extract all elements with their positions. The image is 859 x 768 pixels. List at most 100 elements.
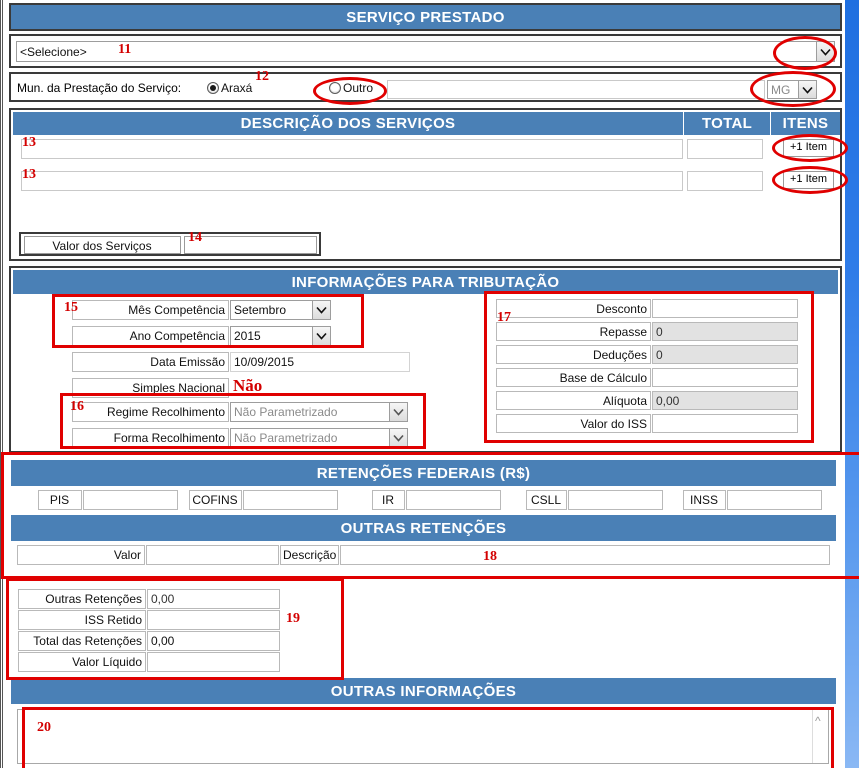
tributacao-panel: INFORMAÇÕES PARA TRIBUTAÇÃO Mês Competên… [9,266,842,453]
valor-liquido-input[interactable] [147,652,280,672]
valor-servicos-input[interactable] [184,236,317,254]
tributacao-header: INFORMAÇÕES PARA TRIBUTAÇÃO [13,270,838,294]
descricao-input-2[interactable] [21,171,683,191]
servico-select-row: <Selecione> [9,34,842,68]
servico-select-value: <Selecione> [20,44,87,59]
scroll-up-icon[interactable]: ^ [815,714,821,728]
radio-outro[interactable]: Outro [329,81,373,95]
aliquota-label: Alíquota [496,391,651,410]
simples-nacional-value: Não [233,376,263,395]
total-retencoes-value: 0,00 [147,631,280,651]
mes-competencia-select[interactable]: Setembro [230,300,331,320]
outras-retencoes-descricao-label: Descrição [280,545,339,565]
add-item-button-2[interactable]: +1 Item [783,171,834,189]
municipio-row: Mun. da Prestação do Serviço: Araxá Outr… [9,72,842,102]
regime-recolhimento-value: Não Parametrizado [234,405,338,419]
total-input-1[interactable] [687,139,763,159]
ano-competencia-value: 2015 [234,329,261,343]
regime-recolhimento-label: Regime Recolhimento [72,402,229,422]
mes-competencia-label: Mês Competência [72,300,229,320]
forma-recolhimento-value: Não Parametrizado [234,431,338,445]
itens-column-header: ITENS [771,112,840,135]
ir-label: IR [372,490,405,510]
data-emissao-value: 10/09/2015 [230,352,410,372]
total-column-header: TOTAL [684,112,770,135]
chevron-down-icon[interactable] [312,327,330,345]
outras-retencoes-valor-label: Valor [17,545,145,565]
valor-servicos-group: Valor dos Serviços [19,232,321,256]
iss-retido-label: ISS Retido [18,610,146,630]
form-frame: SERVIÇO PRESTADO <Selecione> Mun. da Pre… [0,0,845,768]
annotation-12: 12 [255,69,269,84]
uf-select[interactable]: MG [767,80,817,99]
descricao-servicos-header: DESCRIÇÃO DOS SERVIÇOS [13,112,683,135]
valor-servicos-label: Valor dos Serviços [24,236,181,254]
total-input-2[interactable] [687,171,763,191]
annotation-18: 18 [483,549,497,564]
radio-araxa-icon[interactable] [207,82,219,94]
deducoes-value: 0 [652,345,798,364]
base-calculo-input[interactable] [652,368,798,387]
chevron-down-icon[interactable] [389,403,407,421]
ano-competencia-label: Ano Competência [72,326,229,346]
radio-araxa-label: Araxá [221,81,253,95]
pis-label: PIS [38,490,82,510]
municipio-outro-input[interactable] [387,80,765,99]
textarea-scrollbar[interactable]: ^ [812,710,828,763]
repasse-value: 0 [652,322,798,341]
annotation-17: 17 [497,310,511,325]
valor-iss-input[interactable] [652,414,798,433]
outras-retencoes-valor-input[interactable] [146,545,279,565]
valor-iss-label: Valor do ISS [496,414,651,433]
csll-label: CSLL [526,490,567,510]
inss-input[interactable] [727,490,822,510]
valor-liquido-label: Valor Líquido [18,652,146,672]
ano-competencia-select[interactable]: 2015 [230,326,331,346]
mes-competencia-value: Setembro [234,303,287,317]
servico-prestado-header: SERVIÇO PRESTADO [11,5,840,29]
chevron-down-icon[interactable] [389,429,407,447]
annotation-20: 20 [37,720,51,735]
annotation-19: 19 [286,611,300,626]
radio-outro-icon[interactable] [329,82,341,94]
deducoes-label: Deduções [496,345,651,364]
forma-recolhimento-label: Forma Recolhimento [72,428,229,448]
chevron-down-icon[interactable] [312,301,330,319]
totais-panel: Outras Retenções 0,00 ISS Retido Total d… [9,584,349,674]
cofins-input[interactable] [243,490,338,510]
annotation-13-row1: 13 [22,135,36,150]
base-calculo-label: Base de Cálculo [496,368,651,387]
iss-retido-input[interactable] [147,610,280,630]
repasse-label: Repasse [496,322,651,341]
retencoes-federais-header: RETENÇÕES FEDERAIS (R$) [11,460,836,486]
aliquota-value: 0,00 [652,391,798,410]
annotation-13-row2: 13 [22,167,36,182]
simples-nacional-label: Simples Nacional [72,378,229,398]
uf-select-value: MG [771,82,791,97]
outras-informacoes-textarea[interactable]: ^ [17,709,829,764]
add-item-button-1[interactable]: +1 Item [783,139,834,157]
municipio-label: Mun. da Prestação do Serviço: [17,81,182,95]
desconto-input[interactable] [652,299,798,318]
retencoes-panel: RETENÇÕES FEDERAIS (R$) PIS COFINS IR CS… [9,458,842,572]
total-retencoes-label: Total das Retenções [18,631,146,651]
servico-select[interactable]: <Selecione> [16,41,835,62]
chevron-down-icon[interactable] [798,81,816,98]
outras-retencoes-header: OUTRAS RETENÇÕES [11,515,836,541]
csll-input[interactable] [568,490,663,510]
outras-retencoes-total-value: 0,00 [147,589,280,609]
annotation-16: 16 [70,399,84,414]
cofins-label: COFINS [189,490,242,510]
regime-recolhimento-select[interactable]: Não Parametrizado [230,402,408,422]
chevron-down-icon[interactable] [816,42,834,61]
outras-retencoes-total-label: Outras Retenções [18,589,146,609]
ir-input[interactable] [406,490,501,510]
outras-retencoes-descricao-input[interactable] [340,545,830,565]
forma-recolhimento-select[interactable]: Não Parametrizado [230,428,408,448]
inss-label: INSS [683,490,726,510]
pis-input[interactable] [83,490,178,510]
descricao-input-1[interactable] [21,139,683,159]
descricao-servicos-panel: DESCRIÇÃO DOS SERVIÇOS TOTAL ITENS +1 It… [9,108,842,261]
radio-araxa[interactable]: Araxá [207,81,252,95]
annotation-11: 11 [118,42,132,57]
